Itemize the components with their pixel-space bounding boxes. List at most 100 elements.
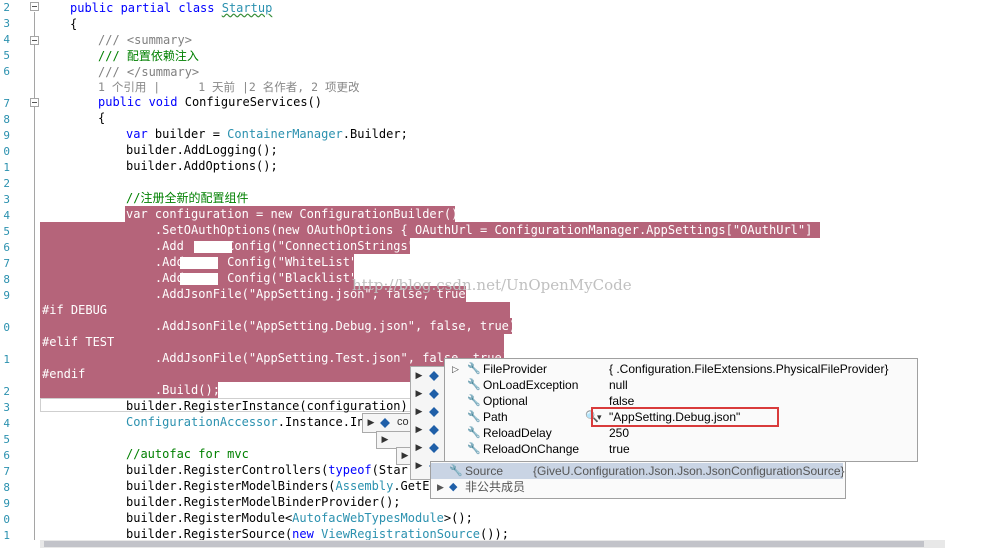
visualizer-dropdown-icon[interactable]: ▾ bbox=[597, 409, 602, 425]
line-number: 1 bbox=[3, 353, 10, 366]
line-number: 8 bbox=[3, 273, 10, 286]
xml-doc-summary-close: /// </summary> bbox=[98, 65, 200, 79]
line-number: 9 bbox=[3, 129, 10, 142]
line-number: 3 bbox=[3, 401, 10, 414]
expand-arrow-icon[interactable]: ▶ bbox=[413, 405, 425, 419]
datatip-name: Source bbox=[465, 464, 504, 478]
expand-arrow-icon[interactable]: ▶ bbox=[379, 433, 391, 447]
expand-arrow-icon[interactable]: ▶ bbox=[437, 479, 444, 495]
scrollbar-thumb[interactable] bbox=[44, 541, 924, 547]
expand-arrow-icon[interactable]: ▶ bbox=[413, 369, 425, 383]
line-number: 7 bbox=[3, 465, 10, 478]
line-number: 2 bbox=[3, 385, 10, 398]
code-register-module: builder.RegisterModule<AutofacWebTypesMo… bbox=[126, 511, 473, 525]
line-number: 0 bbox=[3, 513, 10, 526]
brace: { bbox=[70, 17, 78, 31]
object-icon bbox=[429, 407, 439, 417]
outline-rail bbox=[34, 12, 35, 540]
datatip-row-reloaddelay[interactable]: 🔧 ReloadDelay 250 bbox=[445, 425, 915, 441]
datatip-row-path[interactable]: 🔧 Path 🔍 ▾ "AppSetting.Debug.json" bbox=[445, 407, 915, 427]
selected-code-line: .Add Config("Blacklist") bbox=[126, 271, 365, 285]
horizontal-scrollbar[interactable] bbox=[40, 540, 945, 548]
method-declaration: public void ConfigureServices() bbox=[98, 95, 322, 109]
codelens-references[interactable]: 1 个引用 | bbox=[98, 80, 160, 94]
code-register-binders: builder.RegisterModelBinders(Assembly.Ge… bbox=[126, 479, 437, 493]
line-number: 7 bbox=[3, 97, 10, 110]
object-icon: ◆ bbox=[449, 481, 458, 493]
datatip-name: 非公共成员 bbox=[465, 480, 526, 494]
line-number: 9 bbox=[3, 289, 10, 302]
datatip-row-reloadonchange[interactable]: 🔧 ReloadOnChange true bbox=[445, 441, 915, 457]
selected-code-line: .SetOAuthOptions(new OAuthOptions { OAut… bbox=[126, 223, 835, 237]
object-icon bbox=[429, 371, 439, 381]
wrench-icon: 🔧 bbox=[449, 465, 463, 477]
line-number: 3 bbox=[3, 17, 10, 30]
codelens-changes[interactable]: 1 天前 |2 名作者, 2 项更改 bbox=[198, 80, 359, 94]
redaction bbox=[180, 257, 218, 269]
code-add-options: builder.AddOptions(); bbox=[126, 159, 278, 173]
line-number: 9 bbox=[3, 497, 10, 510]
datatip-value[interactable]: null bbox=[609, 377, 628, 393]
collapse-summary-button[interactable] bbox=[30, 36, 39, 45]
wrench-icon: 🔧 bbox=[467, 427, 481, 439]
comment-autofac: //autofac for mvc bbox=[126, 447, 249, 461]
selected-code-line: var configuration = new ConfigurationBui… bbox=[126, 207, 459, 221]
object-icon bbox=[429, 443, 439, 453]
expand-arrow-icon[interactable]: ▶ bbox=[413, 441, 425, 455]
line-number: 3 bbox=[3, 193, 10, 206]
datatip-name: Optional bbox=[483, 394, 528, 408]
line-number: 0 bbox=[3, 145, 10, 158]
wrench-icon: 🔧 bbox=[467, 363, 481, 375]
collapse-class-button[interactable] bbox=[30, 2, 39, 11]
preprocessor-endif: #endif bbox=[42, 367, 86, 381]
line-number: 2 bbox=[3, 177, 10, 190]
expand-arrow-icon[interactable]: ▶ bbox=[365, 416, 377, 430]
datatip-name: Path bbox=[483, 410, 508, 424]
datatip-row-fileprovider[interactable]: ▷ 🔧 FileProvider { .Configuration.FileEx… bbox=[445, 361, 915, 377]
datatip-row-source[interactable]: 🔧 Source {GiveU.Configuration.Json.Json.… bbox=[431, 463, 845, 479]
code-register-instance: builder.RegisterInstance(configuration).… bbox=[126, 399, 423, 413]
wrench-icon: 🔧 bbox=[467, 395, 481, 407]
code-register-controllers: builder.RegisterControllers(typeof(Star bbox=[126, 463, 408, 477]
datatip-row-onloadexception[interactable]: 🔧 OnLoadException null bbox=[445, 377, 915, 393]
line-number: 4 bbox=[3, 209, 10, 222]
object-icon bbox=[429, 425, 439, 435]
expand-arrow-icon[interactable]: ▶ bbox=[413, 423, 425, 437]
datatip-label: co bbox=[397, 416, 409, 428]
xml-doc-summary-text: /// 配置依赖注入 bbox=[98, 49, 199, 63]
datatip-value[interactable]: true bbox=[609, 441, 630, 457]
expand-arrow-icon[interactable]: ▶ bbox=[413, 387, 425, 401]
builder-declaration: var builder = ContainerManager.Builder; bbox=[126, 127, 408, 141]
wrench-icon: 🔧 bbox=[467, 379, 481, 391]
datatip-row-nonpublic[interactable]: ▶ ◆ 非公共成员 bbox=[431, 479, 843, 495]
preprocessor-if-debug: #if DEBUG bbox=[42, 303, 108, 317]
object-icon bbox=[429, 389, 439, 399]
collapse-method-button[interactable] bbox=[30, 98, 39, 107]
datatip-parent-frame[interactable]: 🔧 Source {GiveU.Configuration.Json.Json.… bbox=[430, 461, 846, 499]
class-declaration: public partial class Startup bbox=[70, 1, 273, 15]
codelens[interactable]: 1 个引用 | 1 天前 |2 名作者, 2 项更改 bbox=[98, 79, 359, 95]
code-editor[interactable]: 2 3 4 5 6 7 8 9 0 1 2 3 4 5 6 7 8 9 0 1 … bbox=[0, 0, 1002, 548]
line-number: 6 bbox=[3, 449, 10, 462]
datatip-value[interactable]: {GiveU.Configuration.Json.Json.JsonConfi… bbox=[533, 463, 845, 479]
datatip-value[interactable]: "AppSetting.Debug.json" bbox=[609, 409, 740, 425]
datatip-value[interactable]: 250 bbox=[609, 425, 629, 441]
line-number: 6 bbox=[3, 241, 10, 254]
debugger-datatip[interactable]: ▷ 🔧 FileProvider { .Configuration.FileEx… bbox=[444, 358, 918, 462]
line-number: 5 bbox=[3, 49, 10, 62]
redaction bbox=[194, 241, 232, 253]
line-number: 5 bbox=[3, 225, 10, 238]
line-number: 7 bbox=[3, 257, 10, 270]
expand-arrow-icon[interactable]: ▷ bbox=[452, 361, 459, 377]
line-number: 1 bbox=[3, 529, 10, 542]
datatip-value[interactable]: { .Configuration.FileExtensions.Physical… bbox=[609, 361, 888, 377]
brace: { bbox=[98, 111, 106, 125]
datatip-name: ReloadDelay bbox=[483, 426, 552, 440]
line-number: 0 bbox=[3, 321, 10, 334]
selected-code-line: .Add Config("ConnectionStrings") bbox=[126, 239, 423, 253]
expand-arrow-icon[interactable]: ▶ bbox=[413, 459, 425, 473]
selected-code-line: .Build(); bbox=[126, 383, 220, 397]
wrench-icon: 🔧 bbox=[467, 411, 481, 423]
wrench-icon: 🔧 bbox=[467, 443, 481, 455]
datatip-name: ReloadOnChange bbox=[483, 442, 580, 456]
